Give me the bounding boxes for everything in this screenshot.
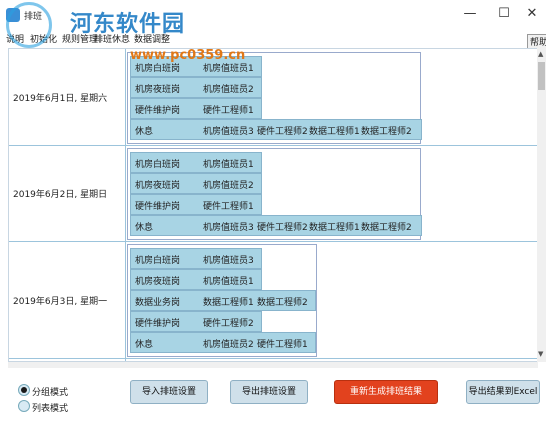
- list-mode-label: 列表模式: [32, 404, 69, 414]
- menu-item-adjust[interactable]: 数据调整: [134, 32, 170, 45]
- shift-post-label: 休息: [135, 223, 154, 233]
- shift-post-label: 数据业务岗: [135, 298, 181, 308]
- day-block: 2019年6月3日, 星期一 机房白班岗 机房值班员3 机房夜班岗 机房值班员1 数据业务…: [9, 241, 537, 359]
- day-date-label: 2019年6月3日, 星期一: [13, 296, 108, 307]
- shift-row[interactable]: 机房夜班岗 机房值班员1: [130, 269, 262, 290]
- staff-name: 硬件工程师2: [203, 319, 254, 329]
- staff-name: 机房值班员1: [203, 277, 254, 287]
- staff-name: 硬件工程师2: [257, 223, 308, 233]
- scroll-thumb[interactable]: [538, 62, 545, 90]
- day-date-label: 2019年6月2日, 星期日: [13, 190, 108, 200]
- shift-row[interactable]: 休息 机房值班员3 硬件工程师2 数据工程师1 数据工程师2: [130, 215, 422, 236]
- day-divider: [125, 145, 126, 241]
- staff-name: 数据工程师2: [361, 127, 412, 137]
- shift-post-label: 机房白班岗: [135, 160, 181, 170]
- staff-name: 硬件工程师2: [257, 127, 308, 137]
- shift-group: 机房白班岗 机房值班员3 机房夜班岗 机房值班员1 数据业务岗 数据工程师1 数据工程师2 硬…: [127, 244, 317, 357]
- day-divider: [125, 241, 126, 358]
- day-divider: [125, 49, 126, 145]
- maximize-icon[interactable]: ☐: [490, 6, 518, 21]
- export-schedule-button[interactable]: 导出排班设置: [230, 380, 308, 404]
- shift-row[interactable]: 硬件维护岗 硬件工程师2: [130, 311, 262, 332]
- staff-name: 数据工程师1: [309, 127, 360, 137]
- watermark-url: www.pc0359.cn: [130, 48, 246, 63]
- shift-post-label: 休息: [135, 127, 154, 137]
- staff-name: 数据工程师2: [257, 298, 308, 308]
- staff-name: 机房值班员1: [203, 160, 254, 170]
- horizontal-scrollbar[interactable]: [8, 362, 538, 368]
- shift-post-label: 硬件维护岗: [135, 106, 181, 116]
- shift-post-label: 机房夜班岗: [135, 85, 181, 95]
- staff-name: 硬件工程师1: [203, 202, 254, 212]
- staff-name: 机房值班员3: [203, 127, 254, 137]
- staff-name: 机房值班员2: [203, 181, 254, 191]
- staff-name: 机房值班员2: [203, 340, 254, 350]
- shift-row[interactable]: 硬件维护岗 硬件工程师1: [130, 194, 262, 215]
- watermark-logo-icon: [6, 2, 52, 48]
- shift-post-label: 硬件维护岗: [135, 319, 181, 329]
- shift-row[interactable]: 机房夜班岗 机房值班员2: [130, 173, 262, 194]
- staff-name: 硬件工程师1: [203, 106, 254, 116]
- scroll-down-icon[interactable]: ▼: [538, 350, 543, 358]
- shift-row[interactable]: 机房夜班岗 机房值班员2: [130, 77, 262, 98]
- shift-post-label: 机房夜班岗: [135, 181, 181, 191]
- vertical-scrollbar[interactable]: ▲ ▼: [537, 48, 546, 362]
- day-block: 2019年6月1日, 星期六 机房白班岗 机房值班员1 机房夜班岗 机房值班员2 硬件维护…: [9, 49, 537, 146]
- group-mode-radio[interactable]: [18, 384, 30, 396]
- staff-name: 数据工程师1: [203, 298, 254, 308]
- shift-group: 机房白班岗 机房值班员1 机房夜班岗 机房值班员2 硬件维护岗 硬件工程师1 休息 机房值班员…: [127, 148, 422, 240]
- shift-group: 机房白班岗 机房值班员1 机房夜班岗 机房值班员2 硬件维护岗 硬件工程师1 休息 机房值班员…: [127, 52, 422, 144]
- shift-post-label: 机房夜班岗: [135, 277, 181, 287]
- staff-name: 机房值班员2: [203, 85, 254, 95]
- shift-row[interactable]: 机房白班岗 机房值班员3: [130, 248, 262, 269]
- staff-name: 数据工程师1: [309, 223, 360, 233]
- shift-row[interactable]: 机房白班岗 机房值班员1: [130, 152, 262, 173]
- scroll-up-icon[interactable]: ▲: [538, 50, 543, 58]
- shift-row[interactable]: 休息 机房值班员3 硬件工程师2 数据工程师1 数据工程师2: [130, 119, 422, 140]
- schedule-panel: 2019年6月1日, 星期六 机房白班岗 机房值班员1 机房夜班岗 机房值班员2 硬件维护…: [8, 48, 538, 362]
- menu-item-schedule[interactable]: 排班休息: [94, 32, 130, 45]
- export-excel-button[interactable]: 导出结果到Excel: [466, 380, 540, 404]
- staff-name: 机房值班员3: [203, 256, 254, 266]
- day-date-label: 2019年6月1日, 星期六: [13, 94, 108, 104]
- menu-item-rules[interactable]: 规则管理: [62, 32, 98, 45]
- import-schedule-button[interactable]: 导入排班设置: [130, 380, 208, 404]
- staff-name: 硬件工程师1: [257, 340, 308, 350]
- shift-post-label: 硬件维护岗: [135, 202, 181, 212]
- list-mode-radio[interactable]: [18, 400, 30, 412]
- shift-row[interactable]: 休息 机房值班员2 硬件工程师1: [130, 332, 316, 353]
- staff-name: 机房值班员3: [203, 223, 254, 233]
- close-icon[interactable]: ✕: [518, 6, 546, 21]
- shift-row[interactable]: 硬件维护岗 硬件工程师1: [130, 98, 262, 119]
- shift-row[interactable]: 数据业务岗 数据工程师1 数据工程师2: [130, 290, 316, 311]
- regenerate-button[interactable]: 重新生成排班结果: [334, 380, 438, 404]
- shift-post-label: 机房白班岗: [135, 256, 181, 266]
- group-mode-label: 分组模式: [32, 388, 69, 398]
- staff-name: 数据工程师2: [361, 223, 412, 233]
- menu-bar: 说明 初始化 规则管理 排班休息 数据调整: [0, 30, 546, 46]
- day-block: 2019年6月2日, 星期日 机房白班岗 机房值班员1 机房夜班岗 机房值班员2 硬件维护…: [9, 145, 537, 242]
- shift-post-label: 休息: [135, 340, 154, 350]
- minimize-icon[interactable]: —: [456, 6, 484, 21]
